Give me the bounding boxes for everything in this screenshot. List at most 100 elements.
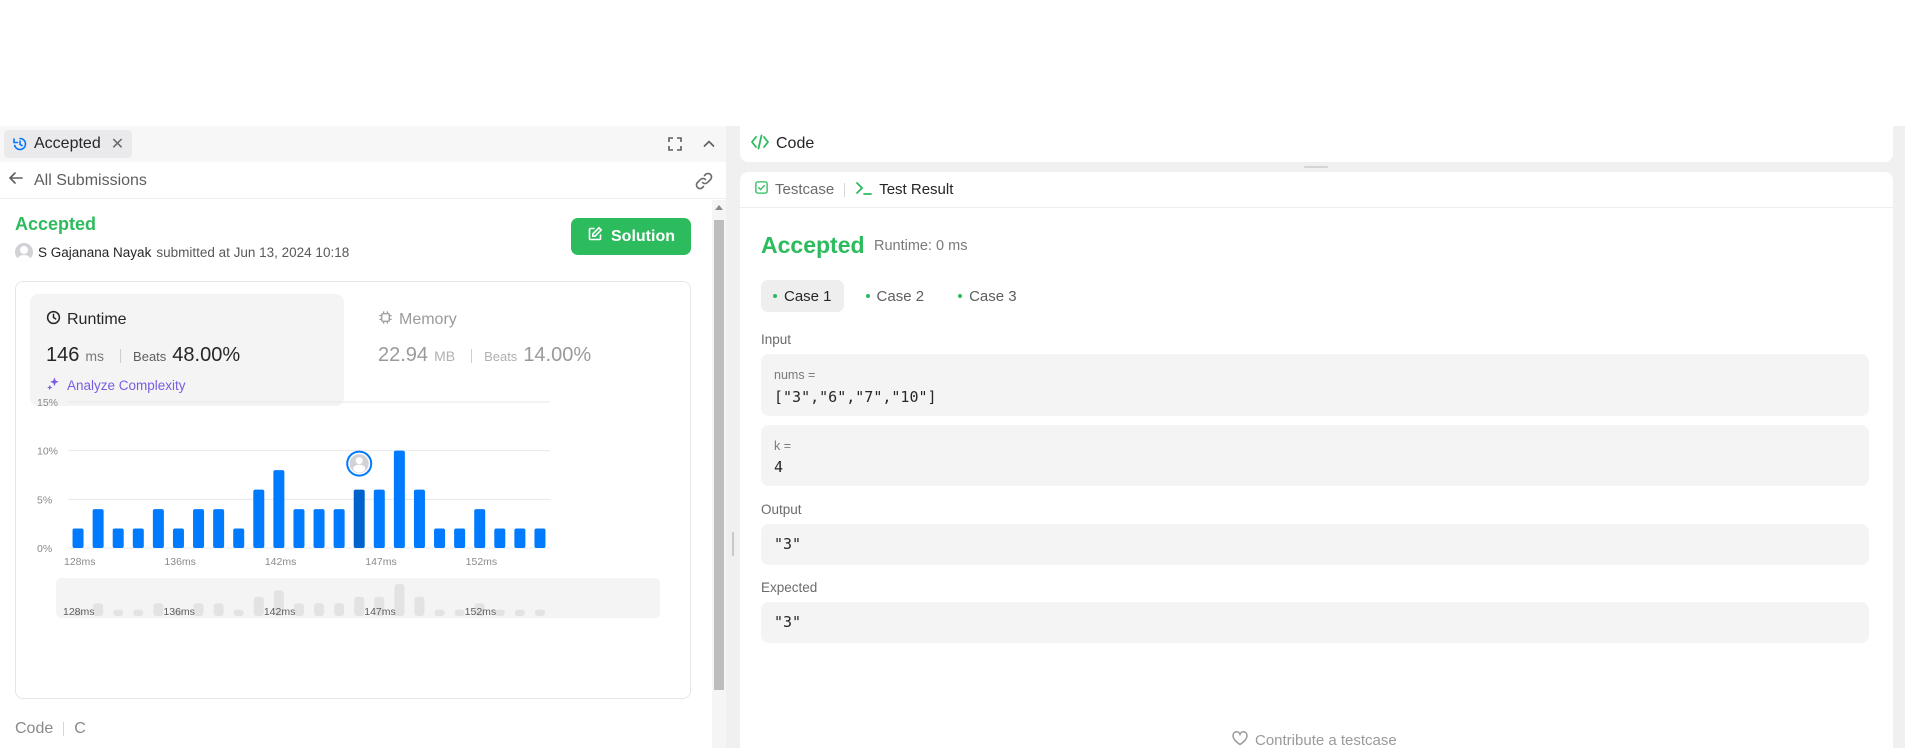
user-name[interactable]: S Gajanana Nayak	[38, 245, 151, 260]
pass-dot-icon	[958, 294, 963, 298]
minimap-bar	[534, 609, 545, 616]
vertical-scrollbar[interactable]	[712, 200, 726, 748]
chart-bar	[373, 489, 385, 548]
scroll-up-arrow-icon[interactable]	[715, 205, 723, 210]
avatar-head	[355, 457, 363, 465]
output-box[interactable]: "3"	[761, 524, 1869, 565]
app-root: Accepted ✕ All Submissions Accepted S Ga…	[0, 0, 1905, 748]
all-submissions-label: All Submissions	[34, 171, 147, 189]
y-tick-label: 10%	[37, 446, 58, 458]
result-status: Accepted	[761, 232, 865, 258]
solution-label: Solution	[611, 227, 675, 245]
minimap-bar	[514, 609, 525, 616]
close-icon[interactable]: ✕	[111, 134, 124, 154]
pass-dot-icon	[773, 294, 777, 298]
tab-label: Accepted	[34, 135, 101, 152]
input-k-value: 4	[774, 458, 784, 476]
minimap-bar	[253, 596, 264, 616]
input-nums-box[interactable]: nums = ["3","6","7","10"]	[761, 354, 1869, 416]
case-tab-1[interactable]: Case 1	[761, 280, 844, 312]
divider	[844, 182, 846, 197]
chart-bar	[193, 509, 205, 548]
submission-subheader: All Submissions	[0, 163, 726, 199]
chart-bar	[434, 528, 446, 548]
code-panel-header[interactable]: Code	[740, 126, 1893, 168]
tab-accepted[interactable]: Accepted ✕	[4, 130, 133, 158]
chart-bar	[333, 509, 345, 548]
contribute-testcase-link[interactable]: Contribute a testcase	[1231, 730, 1397, 748]
chart-bar	[514, 528, 526, 548]
right-panel: Code Testcase Test Result Accepted Runti…	[740, 126, 1905, 748]
minimap-bar	[213, 603, 224, 616]
chart-bar	[112, 528, 124, 548]
case-label: Case 2	[876, 287, 925, 305]
chart-bar	[172, 528, 184, 548]
output-value: "3"	[774, 535, 802, 553]
chart-bar	[72, 528, 84, 548]
maximize-icon[interactable]	[658, 126, 692, 162]
performance-card: Runtime 146 ms Beats 48.00% Analyze Comp…	[15, 281, 691, 699]
chart-bar	[474, 509, 486, 548]
all-submissions-link[interactable]: All Submissions	[8, 170, 147, 191]
minimap-bar	[93, 603, 104, 616]
minimap-bar	[153, 603, 164, 616]
x-tick-label: 152ms	[466, 556, 498, 568]
panel-tab-bar: Accepted ✕	[0, 126, 726, 162]
divider	[63, 722, 65, 736]
resize-grip[interactable]	[732, 532, 734, 556]
tab-testcase-label: Testcase	[775, 181, 835, 198]
minimap-bar	[293, 603, 304, 616]
chart-bar	[253, 489, 265, 548]
expected-box[interactable]: "3"	[761, 602, 1869, 643]
chevron-up-icon[interactable]	[692, 126, 726, 162]
code-label: Code	[15, 720, 54, 737]
chart-bar	[353, 489, 365, 548]
tab-testcase[interactable]: Testcase	[754, 180, 834, 199]
minimap-bar	[193, 603, 204, 616]
heart-icon	[1231, 730, 1249, 748]
scrollbar-thumb[interactable]	[714, 220, 724, 690]
minimap-bar	[334, 603, 345, 616]
input-k-name: k =	[774, 439, 792, 453]
runtime-distribution-chart[interactable]: 0% 5% 10% 15% 128ms 136ms 142ms 147ms 152ms 128ms…	[16, 282, 692, 700]
case-tabs: Case 1 Case 2 Case 3	[761, 280, 1029, 312]
code-tab-label: Code	[776, 135, 815, 152]
case-tab-2[interactable]: Case 2	[854, 280, 937, 312]
x-tick-label: 136ms	[164, 556, 196, 568]
code-language-header: Code C	[15, 720, 86, 738]
minimap-tick-label: 152ms	[465, 606, 497, 618]
tab-test-result[interactable]: Test Result	[855, 180, 953, 200]
minimap-tick-label: 128ms	[63, 606, 95, 618]
submission-details: Accepted S Gajanana Nayak submitted at J…	[0, 200, 712, 748]
language-label: C	[74, 720, 86, 737]
minimap-bar	[233, 609, 244, 616]
panel-resize-handle[interactable]	[726, 126, 740, 748]
link-icon[interactable]	[694, 171, 714, 196]
minimap-tick-label: 136ms	[163, 606, 195, 618]
submission-status: Accepted	[15, 214, 97, 234]
avatar-body	[353, 464, 366, 473]
vertical-resize-handle[interactable]	[1304, 166, 1328, 168]
y-tick-label: 15%	[37, 397, 58, 409]
chart-bar	[233, 528, 245, 548]
x-tick-label: 142ms	[265, 556, 297, 568]
chart-bar	[534, 528, 546, 548]
case-tab-3[interactable]: Case 3	[946, 280, 1029, 312]
case-label: Case 1	[784, 287, 832, 305]
tab-test-result-label: Test Result	[879, 181, 954, 198]
input-nums-name: nums =	[774, 368, 816, 382]
minimap-bar	[434, 609, 445, 616]
chart-bar	[132, 528, 144, 548]
minimap-bar	[494, 609, 505, 616]
minimap-bar	[414, 596, 425, 616]
x-tick-label: 128ms	[64, 556, 96, 568]
chart-bar	[213, 509, 225, 548]
input-label: Input	[761, 332, 792, 347]
edit-icon	[587, 226, 603, 247]
terminal-icon	[855, 180, 873, 200]
checkbox-icon	[754, 180, 769, 199]
input-k-box[interactable]: k = 4	[761, 425, 1869, 486]
avatar[interactable]	[15, 243, 33, 261]
solution-button[interactable]: Solution	[571, 218, 691, 255]
submission-panel: Accepted ✕ All Submissions Accepted S Ga…	[0, 126, 726, 748]
